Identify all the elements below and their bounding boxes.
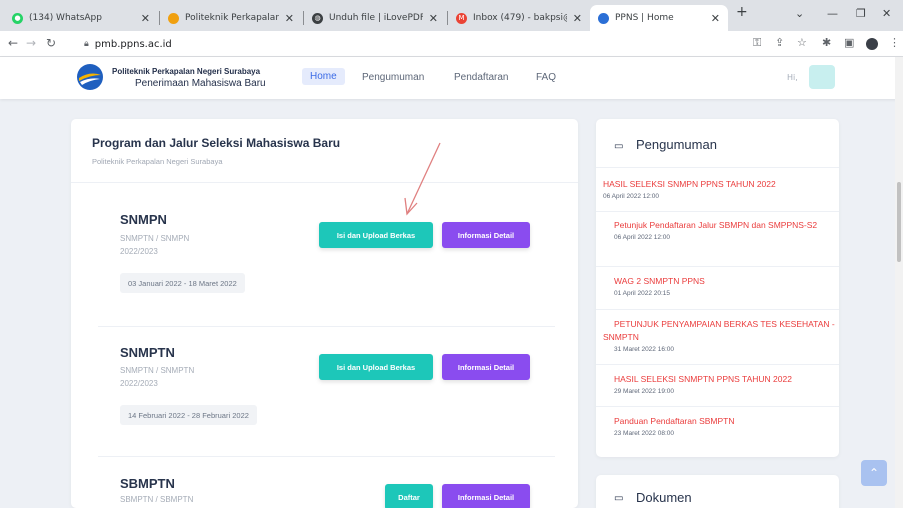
close-icon[interactable]: ✕ bbox=[429, 12, 438, 25]
announcement-item[interactable]: HASIL SELEKSI SNMPTN PPNS TAHUN 2022 29 … bbox=[614, 373, 847, 395]
announcement-title[interactable]: Panduan Pendaftaran SBMPTN bbox=[614, 415, 847, 428]
tab-title: Inbox (479) - bakpsi@ppn bbox=[473, 13, 567, 23]
announcement-item[interactable]: Panduan Pendaftaran SBMPTN 23 Maret 2022… bbox=[614, 415, 847, 437]
profile-icon[interactable] bbox=[866, 38, 878, 50]
daftar-button[interactable]: Daftar bbox=[385, 484, 433, 508]
more-icon[interactable]: ⋮ bbox=[889, 36, 900, 49]
announcement-item[interactable]: HASIL SELEKSI SNMPN PPNS TAHUN 2022 06 A… bbox=[603, 178, 836, 200]
program-year: 2022/2023 bbox=[120, 247, 158, 256]
program-date-range: 14 Februari 2022 - 28 Februari 2022 bbox=[120, 405, 257, 425]
announcement-item[interactable]: WAG 2 SNMPTN PPNS 01 April 2022 20:15 bbox=[614, 275, 847, 297]
lock-icon: 🔒︎ bbox=[84, 39, 89, 49]
program-card bbox=[71, 119, 578, 508]
star-icon[interactable]: ☆ bbox=[797, 36, 807, 49]
gmail-icon: M bbox=[456, 12, 467, 24]
close-icon[interactable]: ✕ bbox=[285, 12, 294, 25]
upload-berkas-button[interactable]: Isi dan Upload Berkas bbox=[319, 354, 433, 380]
upload-berkas-button[interactable]: Isi dan Upload Berkas bbox=[319, 222, 433, 248]
scrollbar-thumb[interactable] bbox=[897, 182, 901, 262]
announcement-date: 01 April 2022 20:15 bbox=[614, 290, 671, 297]
brand-name: Politeknik Perkapalan Negeri Surabaya bbox=[112, 67, 261, 76]
informasi-detail-button[interactable]: Informasi Detail bbox=[442, 354, 530, 380]
announcement-item[interactable]: Petunjuk Pendaftaran Jalur SBMPN dan SMP… bbox=[603, 219, 836, 241]
key-icon[interactable]: ⚿ bbox=[753, 36, 761, 50]
program-name: SBMPTN bbox=[120, 476, 175, 491]
tab-title: PPNS | Home bbox=[615, 13, 674, 23]
browser-tab-strip: ● (134) WhatsApp ✕ Politeknik Perkapalan… bbox=[0, 0, 903, 31]
close-icon[interactable]: ✕ bbox=[573, 12, 582, 25]
program-date-range: 03 Januari 2022 - 18 Maret 2022 bbox=[120, 273, 245, 293]
ppns-icon bbox=[168, 12, 179, 24]
nav-pengumuman[interactable]: Pengumuman bbox=[362, 70, 424, 85]
announcement-date: 31 Maret 2022 16:00 bbox=[614, 346, 674, 353]
ppns-logo[interactable] bbox=[76, 63, 104, 91]
informasi-detail-button[interactable]: Informasi Detail bbox=[442, 222, 530, 248]
program-name: SNMPTN bbox=[120, 345, 175, 360]
program-year: 2022/2023 bbox=[120, 379, 158, 388]
document-card bbox=[596, 475, 839, 508]
share-icon[interactable]: ⇪ bbox=[775, 36, 784, 49]
announcement-heading: Pengumuman bbox=[636, 137, 717, 152]
url-field[interactable]: 🔒︎ pmb.ppns.ac.id bbox=[84, 34, 734, 54]
nav-faq[interactable]: FAQ bbox=[536, 70, 556, 85]
announcement-title[interactable]: HASIL SELEKSI SNMPTN PPNS TAHUN 2022 bbox=[614, 373, 847, 386]
nav-home[interactable]: Home bbox=[302, 68, 345, 85]
brand-subtitle: Penerimaan Mahasiswa Baru bbox=[135, 78, 266, 89]
scroll-to-top-button[interactable]: ⌃ bbox=[861, 460, 887, 486]
tab-ilovepdf[interactable]: ◍ Unduh file | iLovePDF ✕ bbox=[304, 5, 446, 31]
tab-ppns-home[interactable]: PPNS | Home ✕ bbox=[590, 5, 728, 31]
tab-whatsapp[interactable]: ● (134) WhatsApp ✕ bbox=[4, 5, 158, 31]
forward-icon[interactable]: → bbox=[26, 36, 36, 50]
url-text: pmb.ppns.ac.id bbox=[94, 38, 172, 50]
announcement-item[interactable]: PETUNJUK PENYAMPAIAN BERKAS TES KESEHATA… bbox=[603, 318, 836, 353]
tab-ppns-politeknik[interactable]: Politeknik Perkapalan Neg ✕ bbox=[160, 5, 302, 31]
tab-title: Politeknik Perkapalan Neg bbox=[185, 13, 279, 23]
announcement-date: 23 Maret 2022 08:00 bbox=[614, 430, 674, 437]
sidepanel-icon[interactable]: ▣ bbox=[844, 36, 854, 49]
program-route: SNMPTN / SNMPN bbox=[120, 234, 190, 243]
globe-icon: ◍ bbox=[312, 12, 323, 24]
page-subtitle: Politeknik Perkapalan Negeri Surabaya bbox=[92, 157, 223, 166]
back-icon[interactable]: ← bbox=[8, 36, 18, 50]
maximize-button[interactable]: ❐ bbox=[856, 7, 866, 20]
minimize-button[interactable]: — bbox=[827, 7, 838, 20]
tab-search-icon[interactable]: ⌄ bbox=[795, 7, 804, 20]
nav-pendaftaran[interactable]: Pendaftaran bbox=[454, 70, 509, 85]
avatar[interactable] bbox=[809, 65, 835, 89]
announcement-date: 29 Maret 2022 19:00 bbox=[614, 388, 674, 395]
program-route: SNMPTN / SNMPTN bbox=[120, 366, 195, 375]
new-tab-button[interactable]: + bbox=[736, 4, 748, 20]
reload-icon[interactable]: ↻ bbox=[46, 36, 56, 50]
close-icon[interactable]: ✕ bbox=[141, 12, 150, 25]
page-title: Program dan Jalur Seleksi Mahasiswa Baru bbox=[92, 136, 341, 150]
extensions-icon[interactable]: ✱ bbox=[822, 36, 831, 49]
announcement-date: 06 April 2022 12:00 bbox=[603, 193, 660, 200]
user-greeting: Hi, bbox=[787, 73, 798, 82]
window-close-button[interactable]: ✕ bbox=[882, 7, 891, 20]
documents-heading: Dokumen bbox=[636, 490, 692, 505]
announcement-title[interactable]: HASIL SELEKSI SNMPN PPNS TAHUN 2022 bbox=[603, 178, 836, 191]
announcement-title[interactable]: Petunjuk Pendaftaran Jalur SBMPN dan SMP… bbox=[603, 219, 836, 232]
informasi-detail-button[interactable]: Informasi Detail bbox=[442, 484, 530, 508]
annotation-arrow bbox=[404, 142, 441, 216]
announcement-date: 06 April 2022 12:00 bbox=[614, 234, 671, 241]
document-icon: ▭ bbox=[614, 493, 624, 504]
scrollbar[interactable] bbox=[895, 57, 903, 508]
tab-title: (134) WhatsApp bbox=[29, 13, 102, 23]
announcement-title[interactable]: PETUNJUK PENYAMPAIAN BERKAS TES KESEHATA… bbox=[603, 318, 836, 344]
announcement-title[interactable]: WAG 2 SNMPTN PPNS bbox=[614, 275, 847, 288]
close-icon[interactable]: ✕ bbox=[711, 12, 720, 25]
tab-title: Unduh file | iLovePDF bbox=[329, 13, 423, 23]
document-icon: ▭ bbox=[614, 141, 624, 152]
address-bar: ← → ↻ 🔒︎ pmb.ppns.ac.id ⚿ ⇪ ☆ ✱ ▣ ⋮ bbox=[0, 31, 903, 57]
program-route: SBMPTN / SBMPTN bbox=[120, 495, 194, 504]
whatsapp-icon: ● bbox=[12, 12, 23, 24]
program-name: SNMPN bbox=[120, 212, 167, 227]
tab-gmail[interactable]: M Inbox (479) - bakpsi@ppn ✕ bbox=[448, 5, 590, 31]
ppns-icon bbox=[598, 12, 609, 24]
site-navbar: Politeknik Perkapalan Negeri Surabaya Pe… bbox=[0, 57, 903, 99]
